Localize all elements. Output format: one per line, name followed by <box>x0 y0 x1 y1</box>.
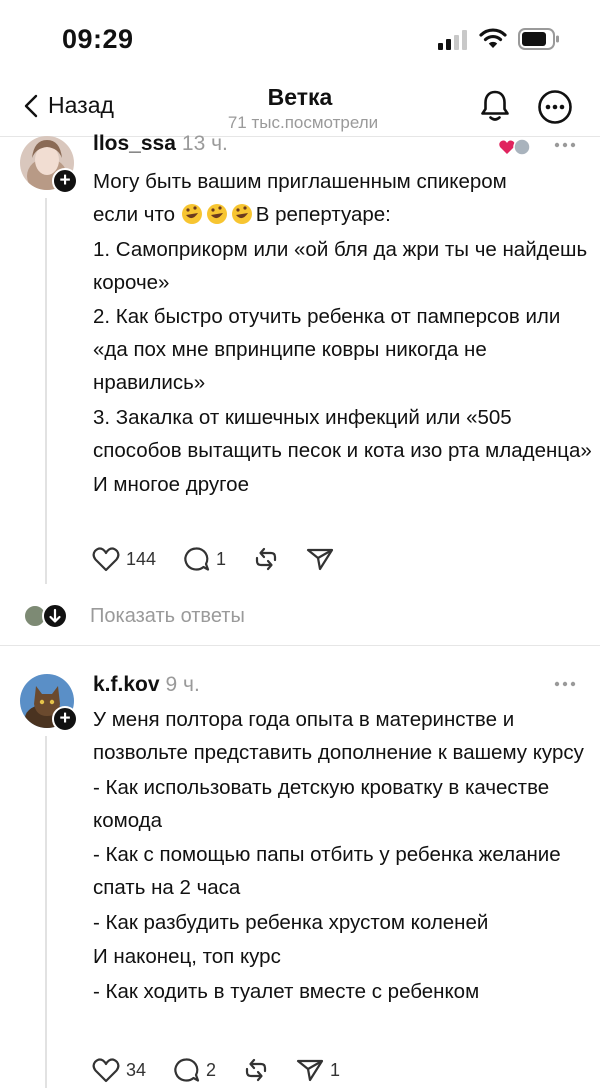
heart-icon <box>92 1058 120 1083</box>
comment-bubble-icon <box>174 1058 200 1082</box>
share-button[interactable] <box>306 546 334 572</box>
repost-button[interactable] <box>242 1057 270 1083</box>
post-divider <box>0 645 600 646</box>
post-actions: 144 1 <box>92 546 360 572</box>
repost-icon <box>245 1058 267 1082</box>
rolling-laughing-emoji-icon <box>181 204 202 224</box>
post-line: Могу быть вашим приглашенным спикером <box>93 170 507 193</box>
comment-bubble-icon <box>184 547 210 571</box>
follow-plus-icon[interactable]: + <box>52 706 78 732</box>
username[interactable]: llos_ssa <box>93 132 176 155</box>
post-paragraph: 2. Как быстро отучить ребенка от памперс… <box>93 305 561 394</box>
post-actions: 34 2 1 <box>92 1057 366 1083</box>
post-paragraph: У меня полтора года опыта в материнстве … <box>93 708 584 764</box>
post-header: llos_ssa 13 ч. <box>93 132 228 156</box>
post-paragraph: И многое другое <box>93 473 249 496</box>
post-line: если что <box>93 203 181 226</box>
post-paragraph: - Как с помощью папы отбить у ребенка же… <box>93 843 561 899</box>
reply-button[interactable]: 2 <box>172 1057 216 1083</box>
post-text: У меня полтора года опыта в материнстве … <box>93 703 593 1009</box>
follow-plus-icon[interactable]: + <box>52 168 78 194</box>
post-text: Могу быть вашим приглашенным спикером ес… <box>93 165 593 503</box>
post-paragraph: 1. Самоприкорм или «ой бля да жри ты че … <box>93 237 588 294</box>
post-options-icon[interactable] <box>553 680 577 688</box>
post-options-icon[interactable] <box>553 141 577 149</box>
username[interactable]: k.f.kov <box>93 673 160 696</box>
cellular-signal-icon <box>438 30 467 50</box>
share-button[interactable]: 1 <box>296 1057 340 1083</box>
rolling-laughing-emoji-icon <box>206 204 227 224</box>
repost-icon <box>255 547 277 571</box>
status-bar: 09:29 <box>0 0 600 80</box>
repost-button[interactable] <box>252 546 280 572</box>
reply-avatars-icon <box>23 603 68 629</box>
timestamp: 13 ч. <box>181 132 228 155</box>
send-icon <box>306 548 334 571</box>
reply-count: 1 <box>216 548 227 569</box>
status-time: 09:29 <box>62 24 134 54</box>
post-paragraph: - Как ходить в туалет вместе с ребенком <box>93 979 480 1003</box>
battery-icon <box>518 28 559 50</box>
heart-icon <box>92 547 120 572</box>
share-count: 1 <box>330 1059 341 1080</box>
like-button[interactable]: 34 <box>92 1057 146 1083</box>
show-replies-button[interactable]: Показать ответы <box>22 602 245 630</box>
rolling-laughing-emoji-icon <box>231 204 252 224</box>
reply-count: 2 <box>206 1059 217 1080</box>
like-button[interactable]: 144 <box>92 546 156 572</box>
wifi-icon <box>479 28 507 48</box>
liked-by-author-icon <box>499 138 531 156</box>
like-count: 34 <box>126 1059 147 1080</box>
post-paragraph: - Как использовать детскую кроватку в ка… <box>93 775 550 832</box>
thread-line <box>45 736 47 1088</box>
show-replies-label: Показать ответы <box>90 604 245 627</box>
post-paragraph: - Как разбудить ребенка хрустом коленей <box>93 910 489 934</box>
bell-icon[interactable] <box>477 88 513 124</box>
like-count: 144 <box>126 548 157 569</box>
post-paragraph: И наконец, топ курс <box>93 945 281 968</box>
timestamp: 9 ч. <box>165 673 200 696</box>
navigation-bar: Назад Ветка 71 тыс.посмотрели <box>0 80 600 138</box>
post-header: k.f.kov 9 ч. <box>93 673 200 697</box>
thread-line <box>45 198 47 584</box>
post-line: В репертуаре: <box>255 203 391 226</box>
send-icon <box>296 1059 324 1082</box>
nav-divider <box>0 136 600 137</box>
reply-button[interactable]: 1 <box>182 546 226 572</box>
more-options-icon[interactable] <box>537 89 573 125</box>
post-paragraph: 3. Закалка от кишечных инфекций или «505… <box>93 405 592 462</box>
